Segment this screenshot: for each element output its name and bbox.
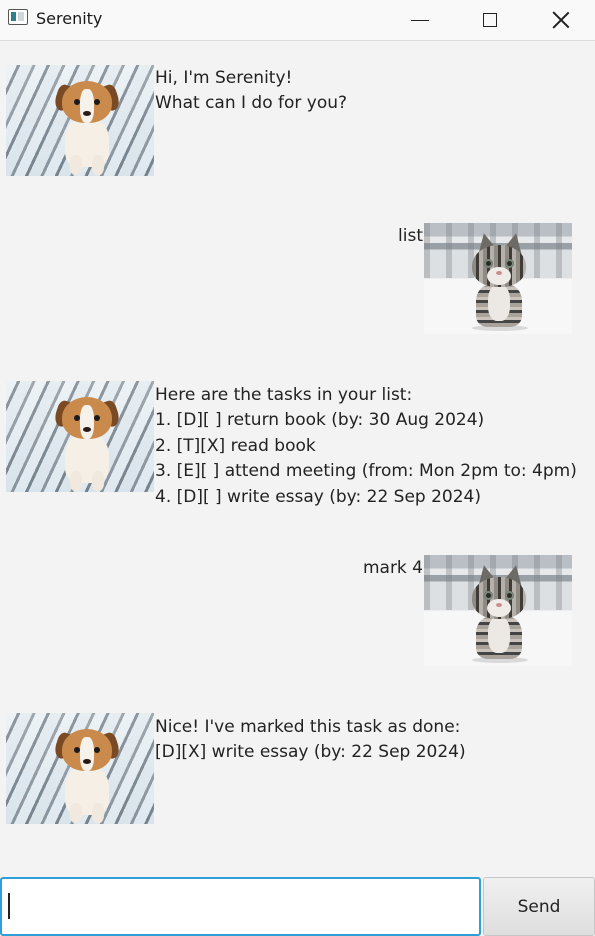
message-line: Here are the tasks in your list: <box>155 385 413 405</box>
message-line: Nice! I've marked this task as done: <box>155 717 461 737</box>
text-caret <box>8 893 10 919</box>
puppy-avatar <box>6 381 154 492</box>
minimize-button[interactable] <box>397 0 443 40</box>
puppy-avatar <box>6 65 154 176</box>
user-message: mark 4 <box>0 521 595 681</box>
maximize-icon <box>483 13 497 27</box>
message-text: list <box>398 224 423 249</box>
message-text: mark 4 <box>363 556 423 581</box>
minimize-icon <box>411 19 429 21</box>
task-item: 4. [D][ ] write essay (by: 22 Sep 2024) <box>155 486 482 507</box>
message-text: Hi, I'm Serenity! What can I do for you? <box>155 66 347 117</box>
maximize-button[interactable] <box>467 0 513 40</box>
send-button[interactable]: Send <box>483 877 595 936</box>
message-line: What can I do for you? <box>155 93 348 114</box>
kitten-avatar <box>424 555 572 666</box>
kitten-avatar <box>424 223 572 334</box>
title-bar: Serenity <box>0 0 595 41</box>
task-item: 1. [D][ ] return book (by: 30 Aug 2024) <box>155 410 485 431</box>
task-item: 3. [E][ ] attend meeting (from: Mon 2pm … <box>155 461 577 482</box>
chat-scroll-area[interactable]: Hi, I'm Serenity! What can I do for you?… <box>0 41 595 876</box>
close-icon <box>552 11 570 29</box>
app-icon <box>8 9 28 25</box>
message-line: [D][X] write essay (by: 22 Sep 2024) <box>155 742 466 763</box>
user-message: list <box>0 181 595 341</box>
message-line: Hi, I'm Serenity! <box>155 68 293 88</box>
window-title: Serenity <box>36 9 103 28</box>
message-input[interactable] <box>0 877 481 936</box>
bot-message: Nice! I've marked this task as done: [D]… <box>0 681 595 841</box>
task-item: 2. [T][X] read book <box>155 435 316 456</box>
message-text: Here are the tasks in your list: 1. [D][… <box>155 383 577 510</box>
message-line: list <box>398 226 423 246</box>
bot-message: Hi, I'm Serenity! What can I do for you? <box>0 41 595 181</box>
bot-message: Here are the tasks in your list: 1. [D][… <box>0 341 595 521</box>
message-text: Nice! I've marked this task as done: [D]… <box>155 715 466 766</box>
close-button[interactable] <box>538 0 584 40</box>
message-line: mark 4 <box>362 558 423 578</box>
puppy-avatar <box>6 713 154 824</box>
